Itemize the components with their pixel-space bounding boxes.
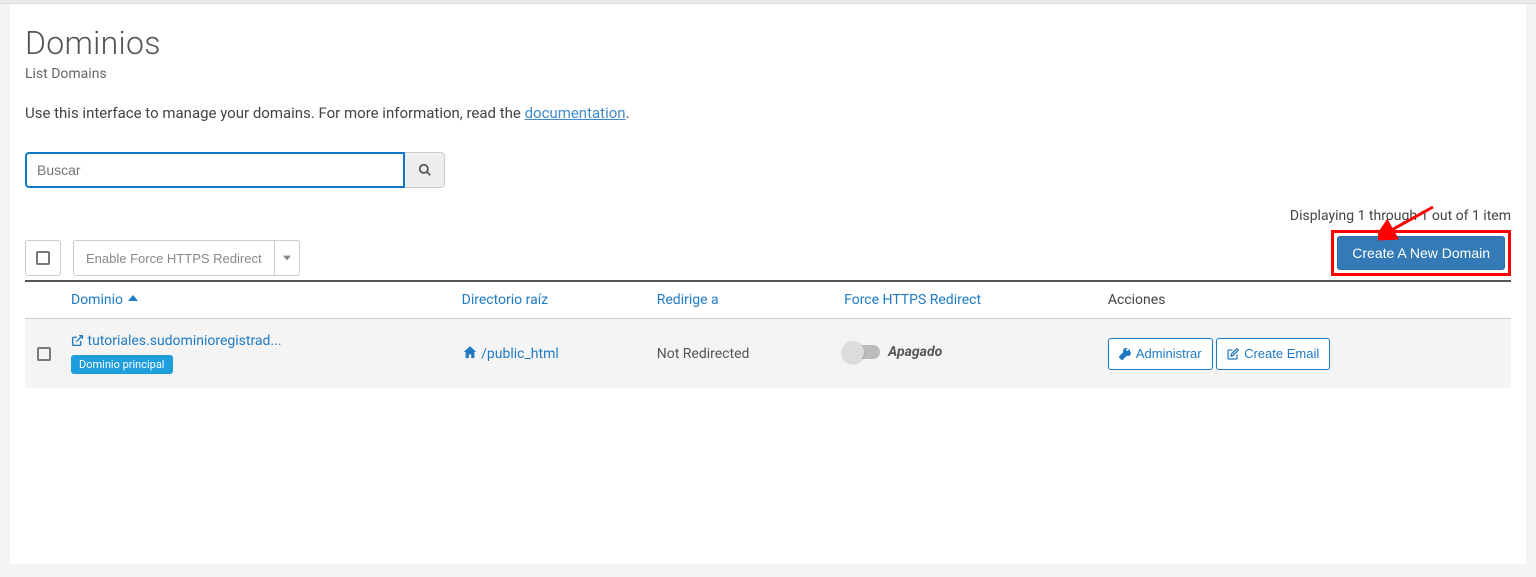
toggle-label: Apagado <box>888 344 942 360</box>
documentation-link[interactable]: documentation <box>525 104 626 122</box>
search-input[interactable] <box>25 152 405 188</box>
col-actions: Acciones <box>1100 281 1511 319</box>
description-text: Use this interface to manage your domain… <box>25 104 525 122</box>
search-icon <box>418 163 432 177</box>
redirect-status: Not Redirected <box>649 319 836 389</box>
document-root-link[interactable]: /public_html <box>462 346 559 362</box>
description-text-2: . <box>626 104 630 122</box>
page-title: Dominios <box>25 24 1511 62</box>
https-toggle[interactable]: Apagado <box>844 344 942 360</box>
domain-name: tutoriales.sudominioregistrad... <box>87 333 281 349</box>
primary-domain-badge: Dominio principal <box>71 355 173 374</box>
page-description: Use this interface to manage your domain… <box>25 104 1511 122</box>
domain-link[interactable]: tutoriales.sudominioregistrad... <box>71 333 282 349</box>
table-row: tutoriales.sudominioregistrad... Dominio… <box>25 319 1511 389</box>
page-subtitle: List Domains <box>25 66 1511 82</box>
external-link-icon <box>71 334 84 347</box>
home-icon <box>462 345 478 360</box>
select-all-checkbox[interactable] <box>25 240 61 276</box>
create-domain-button[interactable]: Create A New Domain <box>1337 236 1505 270</box>
enable-https-dropdown[interactable] <box>275 240 300 276</box>
col-force-https[interactable]: Force HTTPS Redirect <box>836 281 1100 319</box>
document-root-path: /public_html <box>481 346 559 362</box>
col-root[interactable]: Directorio raíz <box>454 281 649 319</box>
search-button[interactable] <box>405 152 445 188</box>
wrench-icon <box>1119 348 1131 360</box>
caret-down-icon <box>283 254 291 262</box>
create-email-button[interactable]: Create Email <box>1216 338 1330 370</box>
col-domain[interactable]: Dominio <box>63 281 454 319</box>
display-count: Displaying 1 through 1 out of 1 item <box>1290 208 1511 224</box>
enable-https-button[interactable]: Enable Force HTTPS Redirect <box>73 240 275 276</box>
domains-table: Dominio Directorio raíz Redirige a Force… <box>25 280 1511 388</box>
manage-button[interactable]: Administrar <box>1108 338 1213 370</box>
sort-asc-icon <box>128 293 138 303</box>
create-domain-highlight: Create A New Domain <box>1331 230 1511 276</box>
row-checkbox[interactable] <box>37 347 51 361</box>
col-redirect[interactable]: Redirige a <box>649 281 836 319</box>
edit-icon <box>1227 348 1239 360</box>
